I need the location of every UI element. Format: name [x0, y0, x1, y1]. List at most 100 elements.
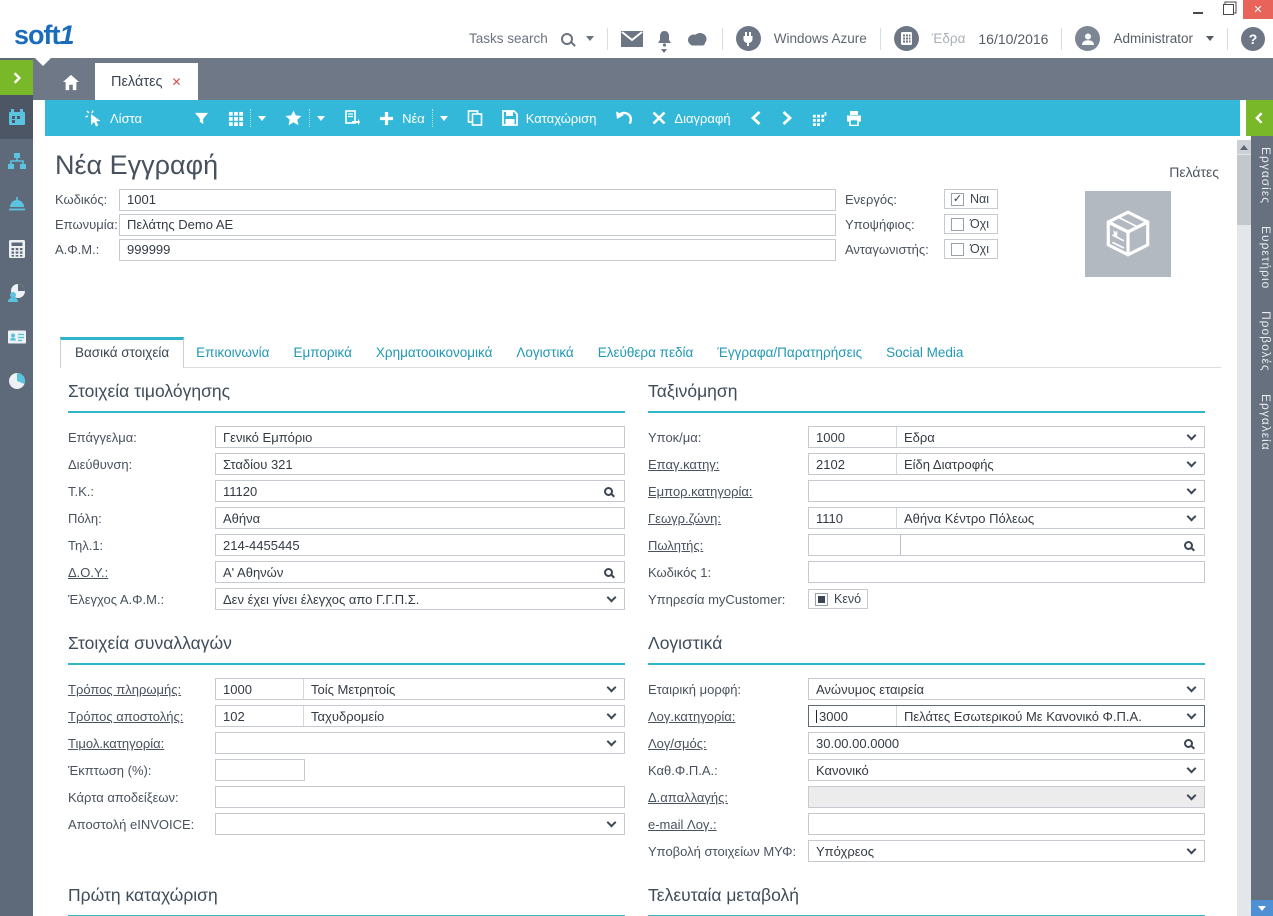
search-field[interactable]: 30.00.00.0000 — [808, 732, 1205, 754]
next-record-button[interactable] — [781, 110, 793, 126]
panel-tab-Εργαλεία[interactable]: Εργαλεία — [1251, 383, 1273, 462]
site-date[interactable]: 16/10/2016 — [978, 31, 1048, 47]
mail-icon[interactable] — [621, 31, 643, 47]
field-label[interactable]: e-mail Λογ.: — [648, 817, 808, 832]
code-select-field[interactable]: 2102Είδη Διατροφής — [808, 453, 1205, 475]
user-dropdown-icon[interactable] — [1206, 36, 1214, 41]
dropdown-icon[interactable] — [604, 741, 624, 745]
field-label[interactable]: Τρόπος πληρωμής: — [68, 682, 215, 697]
previous-record-button[interactable] — [750, 110, 762, 126]
field-label[interactable]: Εμπορ.κατηγορία: — [648, 484, 808, 499]
text-field[interactable]: Αθήνα — [215, 507, 625, 529]
field-label[interactable]: Γεωγρ.ζώνη: — [648, 511, 808, 526]
panel-tab-Εργασίες[interactable]: Εργασίες — [1251, 136, 1273, 215]
tab-Επικοινωνία[interactable]: Επικοινωνία — [184, 338, 281, 367]
checkbox-indeterminate[interactable]: Κενό — [808, 589, 868, 609]
field-label[interactable]: Πωλητής: — [648, 538, 808, 553]
user-avatar[interactable] — [1075, 26, 1100, 51]
close-button[interactable] — [1243, 0, 1273, 19]
field-label[interactable]: Τρόπος αποστολής: — [68, 709, 215, 724]
sidebar-item-piechart[interactable] — [0, 359, 33, 403]
panel-collapse-button[interactable] — [1246, 100, 1273, 136]
search-icon[interactable] — [561, 33, 573, 45]
field-label[interactable]: Λογ/σμός: — [648, 736, 808, 751]
smalltext-field[interactable] — [215, 759, 305, 781]
search-dropdown-icon[interactable] — [586, 36, 594, 41]
code-search-field[interactable] — [808, 534, 1205, 556]
export-button[interactable] — [344, 110, 360, 126]
dropdown-icon[interactable] — [1184, 462, 1204, 466]
help-icon[interactable]: ? — [1241, 27, 1265, 51]
search-icon[interactable] — [1180, 739, 1204, 748]
cloud-icon[interactable] — [686, 31, 709, 46]
dropdown-icon[interactable] — [1184, 687, 1204, 691]
select-field[interactable]: Κανονικό — [808, 759, 1205, 781]
checkbox-checked[interactable]: ✓Ναι — [944, 189, 998, 209]
checkbox-unchecked[interactable]: Όχι — [944, 214, 998, 234]
dropdown-icon[interactable] — [1184, 849, 1204, 853]
dropdown-icon[interactable] — [1184, 714, 1204, 718]
select-field[interactable]: Ανώνυμος εταιρεία — [808, 678, 1205, 700]
restore-button[interactable] — [1213, 0, 1243, 19]
favorites-button[interactable] — [285, 110, 302, 126]
tab-pelates[interactable]: Πελάτες — [95, 63, 198, 100]
panel-tab-Προβολές[interactable]: Προβολές — [1251, 300, 1273, 383]
text-field[interactable] — [215, 786, 625, 808]
dropdown-icon[interactable] — [604, 687, 624, 691]
field-label[interactable]: Δ.Ο.Υ.: — [68, 565, 215, 580]
dropdown-icon[interactable] — [1184, 516, 1204, 520]
tab-Social Media[interactable]: Social Media — [874, 338, 975, 367]
sidebar-item-calendar[interactable] — [0, 95, 33, 139]
text-field[interactable]: 1001 — [119, 189, 836, 211]
home-icon[interactable] — [51, 64, 91, 100]
sidebar-item-sitemap[interactable] — [0, 139, 33, 183]
scrollbar-thumb[interactable] — [1237, 155, 1251, 225]
print-button[interactable] — [846, 110, 862, 126]
text-field[interactable]: 999999 — [119, 239, 836, 261]
delete-button[interactable]: Διαγραφή — [652, 111, 730, 126]
select-field[interactable] — [808, 480, 1205, 502]
tab-Χρηματοοικονομικά[interactable]: Χρηματοοικονομικά — [364, 338, 504, 367]
search-icon[interactable] — [1180, 541, 1204, 550]
text-field[interactable]: Γενικό Εμπόριο — [215, 426, 625, 448]
related-records-button[interactable] — [812, 111, 827, 126]
dropdown-icon[interactable] — [1184, 435, 1204, 439]
scroll-up-icon[interactable] — [1237, 140, 1251, 154]
code-select-field[interactable]: 1000Τοίς Μετρητοίς — [215, 678, 625, 700]
notifications-bell-icon[interactable] — [656, 30, 673, 47]
select-field[interactable]: Υπόχρεος — [808, 840, 1205, 862]
checkbox-unchecked[interactable]: Όχι — [944, 239, 998, 259]
text-field[interactable] — [808, 561, 1205, 583]
code-select-field[interactable]: 3000Πελάτες Εσωτερικού Με Κανονικό Φ.Π.Α… — [808, 705, 1205, 727]
sidebar-item-lamp[interactable] — [0, 183, 33, 227]
code-select-field[interactable]: 1110Αθήνα Κέντρο Πόλεως — [808, 507, 1205, 529]
select-field[interactable] — [215, 732, 625, 754]
search-icon[interactable] — [600, 487, 624, 496]
text-field[interactable]: Σταδίου 321 — [215, 453, 625, 475]
dropdown-icon[interactable] — [604, 597, 624, 601]
record-image-placeholder[interactable] — [1040, 191, 1215, 277]
sidebar-item-calculator[interactable] — [0, 227, 33, 271]
code-select-field[interactable]: 102Ταχυδρομείο — [215, 705, 625, 727]
select-field[interactable] — [215, 813, 625, 835]
user-name[interactable]: Administrator — [1113, 31, 1193, 46]
text-field[interactable]: 214-4455445 — [215, 534, 625, 556]
sidebar-item-pie-person[interactable] — [0, 271, 33, 315]
grid-view-button[interactable] — [228, 111, 243, 126]
dropdown-icon[interactable] — [604, 822, 624, 826]
minimize-button[interactable] — [1183, 0, 1213, 19]
tab-Εμπορικά[interactable]: Εμπορικά — [281, 338, 363, 367]
azure-connection-icon[interactable] — [736, 26, 761, 51]
field-label[interactable]: Δ.απαλλαγής: — [648, 790, 808, 805]
new-record-button[interactable]: Νέα — [379, 111, 425, 126]
dropdown-icon[interactable] — [1184, 768, 1204, 772]
grid-dropdown-icon[interactable] — [258, 116, 266, 121]
dropdown-icon[interactable] — [1184, 795, 1204, 799]
scroll-down-icon[interactable] — [1251, 900, 1273, 916]
field-label[interactable]: Λογ.κατηγορία: — [648, 709, 808, 724]
save-button[interactable]: Καταχώριση — [502, 110, 597, 126]
copy-button[interactable] — [467, 110, 483, 126]
tab-Έγγραφα/Παρατηρήσεις[interactable]: Έγγραφα/Παρατηρήσεις — [705, 338, 874, 367]
panel-tab-Ευρετήριο[interactable]: Ευρετήριο — [1251, 215, 1273, 300]
search-field[interactable]: Α' Αθηνών — [215, 561, 625, 583]
